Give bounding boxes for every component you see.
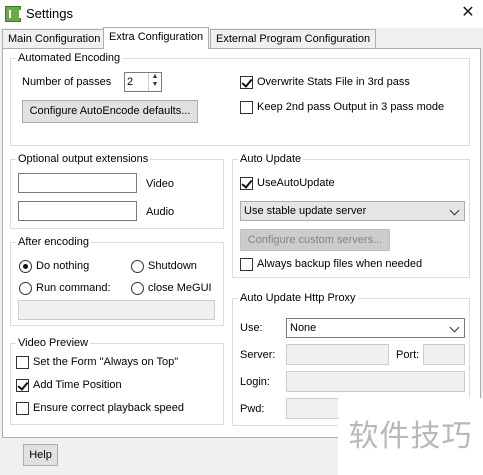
tab-external-program-configuration[interactable]: External Program Configuration — [210, 29, 377, 49]
overwrite-stats-checkbox[interactable] — [240, 76, 253, 89]
always-on-top-label: Set the Form "Always on Top" — [33, 356, 179, 368]
run-command-input[interactable] — [18, 300, 215, 320]
run-command-radio[interactable] — [19, 282, 32, 295]
proxy-server-input[interactable] — [286, 344, 389, 365]
always-backup-label: Always backup files when needed — [257, 258, 423, 270]
tab-main-configuration[interactable]: Main Configuration — [2, 29, 107, 49]
close-megui-label: close MeGUI — [148, 282, 212, 294]
configure-autoencode-button[interactable]: Configure AutoEncode defaults... — [22, 100, 198, 123]
proxy-use-select[interactable]: None — [286, 318, 465, 338]
do-nothing-radio[interactable] — [19, 260, 32, 273]
spinner-arrows-icon[interactable]: ▲ ▼ — [148, 73, 161, 91]
correct-playback-checkbox[interactable] — [16, 402, 29, 415]
audio-extension-label: Audio — [146, 206, 175, 218]
proxy-port-input[interactable] — [423, 344, 465, 365]
shutdown-radio[interactable] — [131, 260, 144, 273]
proxy-server-label: Server: — [240, 349, 276, 361]
watermark: 软件技巧 — [338, 398, 483, 475]
after-encoding-legend: After encoding — [16, 236, 91, 249]
proxy-pwd-label: Pwd: — [240, 403, 265, 415]
proxy-port-label: Port: — [396, 349, 420, 361]
video-extension-input[interactable] — [18, 173, 137, 193]
proxy-use-label: Use: — [240, 322, 263, 334]
keep-2nd-pass-checkbox[interactable] — [240, 101, 253, 114]
close-icon[interactable]: ✕ — [458, 4, 478, 24]
run-command-label: Run command: — [36, 282, 111, 294]
always-backup-checkbox[interactable] — [240, 258, 253, 271]
megui-icon — [5, 6, 21, 22]
video-preview-legend: Video Preview — [16, 337, 91, 350]
window-title: Settings — [26, 6, 73, 21]
passes-stepper[interactable]: 2 ▲ ▼ — [124, 72, 162, 92]
configure-servers-button[interactable]: Configure custom servers... — [240, 229, 390, 251]
help-button[interactable]: Help — [23, 444, 58, 466]
proxy-use-value: None — [290, 322, 317, 334]
proxy-login-input[interactable] — [286, 371, 465, 392]
update-server-value: Use stable update server — [244, 205, 367, 217]
overwrite-stats-label: Overwrite Stats File in 3rd pass — [257, 76, 410, 88]
chevron-down-icon — [449, 205, 460, 216]
audio-extension-input[interactable] — [18, 201, 137, 221]
keep-2nd-pass-label: Keep 2nd pass Output in 3 pass mode — [257, 101, 445, 113]
passes-value: 2 — [127, 76, 134, 88]
add-time-position-checkbox[interactable] — [16, 379, 29, 392]
add-time-position-label: Add Time Position — [33, 379, 122, 391]
proxy-login-label: Login: — [240, 376, 270, 388]
close-megui-radio[interactable] — [131, 282, 144, 295]
use-auto-update-label: UseAutoUpdate — [257, 177, 335, 189]
tab-extra-configuration[interactable]: Extra Configuration — [103, 27, 210, 49]
proxy-legend: Auto Update Http Proxy — [238, 292, 358, 305]
automated-encoding-legend: Automated Encoding — [16, 52, 123, 65]
passes-label: Number of passes — [22, 76, 112, 88]
chevron-down-icon — [449, 322, 460, 333]
always-on-top-checkbox[interactable] — [16, 356, 29, 369]
use-auto-update-checkbox[interactable] — [240, 177, 253, 190]
do-nothing-label: Do nothing — [36, 260, 90, 272]
update-server-select[interactable]: Use stable update server — [240, 201, 465, 221]
video-extension-label: Video — [146, 178, 174, 190]
auto-update-legend: Auto Update — [238, 153, 304, 166]
output-extensions-legend: Optional output extensions — [16, 153, 151, 166]
shutdown-label: Shutdown — [148, 260, 197, 272]
correct-playback-label: Ensure correct playback speed — [33, 402, 185, 414]
